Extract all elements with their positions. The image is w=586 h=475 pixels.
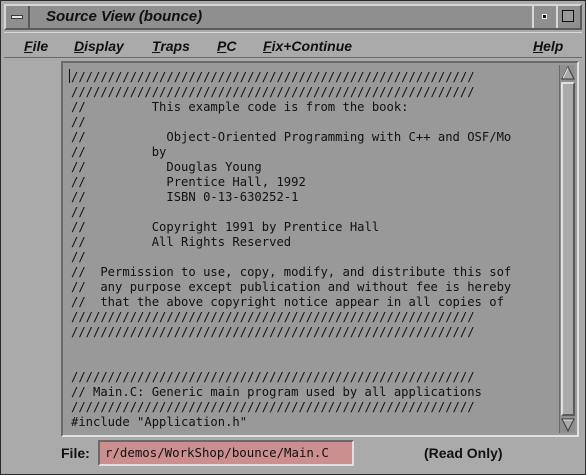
menu-fix-continue-mnemonic: F — [263, 38, 272, 54]
window-title: Source View (bounce) — [46, 8, 203, 25]
menu-file[interactable]: File — [24, 38, 48, 54]
code-line: ////////////////////////////////////////… — [71, 310, 475, 324]
window-menu-button[interactable] — [6, 6, 30, 28]
code-line: // by — [71, 145, 167, 159]
menu-fix-continue[interactable]: Fix+Continue — [263, 38, 352, 54]
menu-file-label: ile — [32, 38, 49, 54]
title-bar[interactable]: Source View (bounce) — [4, 4, 582, 30]
code-line: // Copyright 1991 by Prentice Hall — [71, 220, 380, 234]
code-line: ////////////////////////////////////////… — [71, 400, 475, 414]
menu-display-label: isplay — [84, 38, 124, 54]
menu-display-mnemonic: D — [74, 38, 85, 54]
maximize-button[interactable] — [556, 6, 580, 28]
menu-file-mnemonic: F — [24, 38, 33, 54]
code-line: ////////////////////////////////////////… — [71, 370, 475, 384]
code-line: // that the above copyright notice appea… — [71, 295, 504, 309]
code-line: // — [71, 250, 86, 264]
scrollbar-thumb[interactable] — [561, 82, 575, 416]
file-path-field[interactable]: r/demos/WorkShop/bounce/Main.C — [98, 440, 354, 466]
file-label: File: — [61, 445, 90, 461]
minimize-icon — [542, 14, 547, 19]
code-line: // any purpose except publication and wi… — [71, 280, 512, 294]
maximize-icon — [562, 10, 574, 22]
code-line: // — [71, 115, 86, 129]
code-line: // ISBN 0-13-630252-1 — [71, 190, 299, 204]
source-pane: ////////////////////////////////////////… — [61, 61, 579, 437]
minimize-button[interactable] — [532, 6, 556, 28]
code-line: ////////////////////////////////////////… — [71, 70, 475, 84]
menu-pc-label: C — [226, 38, 237, 54]
scroll-down-arrow-icon[interactable] — [561, 418, 575, 432]
menu-display[interactable]: Display — [74, 38, 124, 54]
code-line: ////////////////////////////////////////… — [71, 85, 475, 99]
source-text-area[interactable]: ////////////////////////////////////////… — [65, 65, 559, 433]
source-view-window: Source View (bounce) File Display Traps … — [0, 0, 586, 475]
menu-bar: File Display Traps PC Fix+Continue Help — [4, 32, 582, 58]
code-line: ////////////////////////////////////////… — [71, 325, 475, 339]
menu-traps[interactable]: Traps — [152, 38, 190, 54]
code-line: // Prentice Hall, 1992 — [71, 175, 306, 189]
scroll-up-arrow-icon[interactable] — [561, 66, 575, 80]
menu-pc[interactable]: PC — [217, 38, 236, 54]
code-line: // Main.C: Generic main program used by … — [71, 385, 482, 399]
menu-traps-label: raps — [160, 38, 190, 54]
code-line: // This example code is from the book: — [71, 100, 409, 114]
code-line: // — [71, 205, 86, 219]
menu-pc-mnemonic: P — [217, 38, 227, 54]
code-line: // Permission to use, copy, modify, and … — [71, 265, 512, 279]
code-line: #include "Application.h" — [71, 415, 248, 429]
menu-fix-continue-label: ix+Continue — [271, 38, 353, 54]
code-line: // All Rights Reserved — [71, 235, 292, 249]
menu-help[interactable]: Help — [533, 38, 563, 54]
vertical-scrollbar[interactable] — [559, 65, 575, 433]
menu-help-mnemonic: H — [533, 38, 544, 54]
read-only-status: (Read Only) — [424, 445, 503, 461]
code-line: // Object-Oriented Programming with C++ … — [71, 130, 512, 144]
code-line: // Douglas Young — [71, 160, 262, 174]
window-menu-icon — [11, 15, 23, 19]
text-cursor — [69, 69, 70, 83]
menu-help-label: elp — [543, 38, 564, 54]
